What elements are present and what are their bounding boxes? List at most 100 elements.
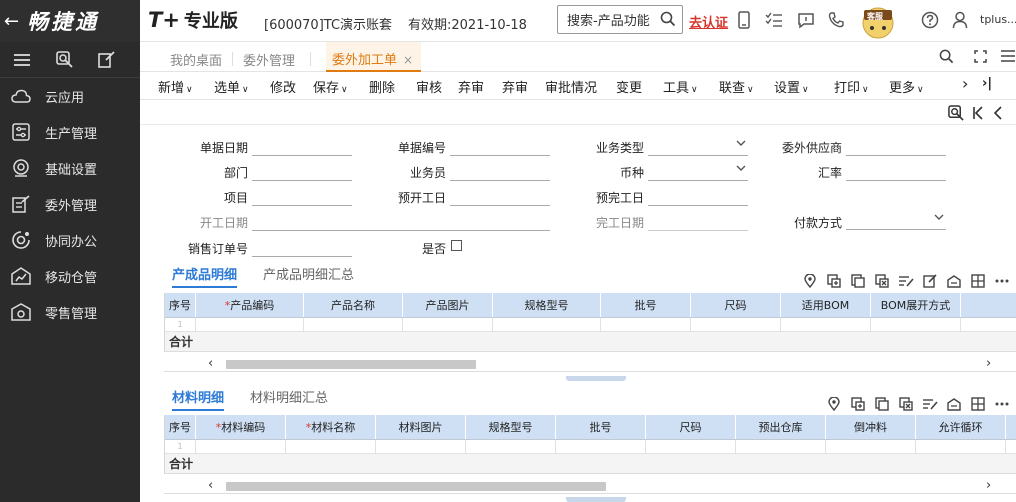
- toolbar-query-button[interactable]: 联查 ∨: [719, 77, 754, 96]
- column-header[interactable]: * 材料编码: [196, 415, 286, 439]
- task-list-icon[interactable]: [764, 10, 784, 30]
- locate-icon[interactable]: [822, 395, 846, 413]
- column-header[interactable]: 预出仓库: [736, 415, 826, 439]
- column-header[interactable]: * 产品编码: [196, 293, 304, 317]
- fullscreen-icon[interactable]: [970, 46, 990, 66]
- table-cell[interactable]: [646, 440, 736, 453]
- toolbar-approval-status-button[interactable]: 审批情况: [545, 77, 597, 96]
- rate-field[interactable]: [846, 163, 946, 181]
- menu-icon[interactable]: [12, 50, 32, 70]
- table-cell[interactable]: [781, 318, 871, 331]
- supplier-field[interactable]: [846, 138, 946, 156]
- clerk-field[interactable]: [450, 163, 550, 181]
- column-header[interactable]: 材料图片: [376, 415, 466, 439]
- plan-start-field[interactable]: [450, 188, 550, 206]
- message-icon[interactable]: [796, 10, 816, 30]
- sidebar-item-production[interactable]: 生产管理: [0, 114, 140, 150]
- mobile-icon[interactable]: [734, 10, 754, 30]
- scroll-right-icon[interactable]: ›: [986, 478, 991, 493]
- verify-link[interactable]: 去认证: [689, 12, 728, 31]
- table-cell[interactable]: [286, 440, 376, 453]
- section-splitter-bottom[interactable]: [566, 497, 626, 502]
- tab-product-summary[interactable]: 产成品明细汇总: [263, 264, 354, 283]
- column-header[interactable]: 倒冲料: [826, 415, 916, 439]
- user-icon[interactable]: [950, 10, 970, 30]
- table-cell[interactable]: [403, 318, 493, 331]
- batch-edit-icon[interactable]: [894, 272, 918, 290]
- locate-icon[interactable]: [798, 272, 822, 290]
- phone-icon[interactable]: [826, 10, 846, 30]
- scroll-thumb[interactable]: [226, 482, 606, 491]
- material-grid-scrollbar[interactable]: ‹ ›: [164, 478, 1016, 494]
- tab-material-summary[interactable]: 材料明细汇总: [250, 387, 328, 406]
- toolbar-print-button[interactable]: 打印 ∨: [834, 77, 869, 96]
- table-cell[interactable]: [871, 318, 961, 331]
- account-name[interactable]: [600070]TC演示账套: [264, 14, 392, 33]
- column-header[interactable]: 批号: [556, 415, 646, 439]
- doc-no-field[interactable]: [450, 138, 550, 156]
- tab-product-detail[interactable]: 产成品明细: [172, 264, 238, 288]
- biz-type-select[interactable]: [648, 138, 748, 156]
- table-cell[interactable]: [196, 440, 286, 453]
- table-cell[interactable]: [601, 318, 691, 331]
- table-cell[interactable]: [736, 440, 826, 453]
- insert-row-icon[interactable]: [822, 272, 846, 290]
- toolbar-save-button[interactable]: 保存 ∨: [313, 77, 348, 96]
- record-search-icon[interactable]: [946, 103, 966, 123]
- column-header[interactable]: 规格型号: [466, 415, 556, 439]
- sidebar-item-collaboration[interactable]: 协同办公: [0, 222, 140, 258]
- tab-outsourcing-order[interactable]: 委外加工单 ×: [326, 42, 422, 72]
- table-cell[interactable]: [916, 440, 1006, 453]
- tab-material-detail[interactable]: 材料明细: [172, 387, 225, 411]
- toolbar-more-button[interactable]: 更多 ∨: [889, 77, 924, 96]
- close-tab-icon[interactable]: ×: [403, 53, 413, 67]
- table-cell[interactable]: [1006, 440, 1016, 453]
- column-header[interactable]: 尺码: [646, 415, 736, 439]
- delete-row-icon[interactable]: [870, 272, 894, 290]
- table-cell[interactable]: [466, 440, 556, 453]
- column-header[interactable]: 序号: [165, 293, 196, 317]
- user-name[interactable]: tplus...: [980, 13, 1016, 26]
- page-search-icon[interactable]: [936, 46, 956, 66]
- column-header[interactable]: [961, 293, 1016, 317]
- back-arrow-icon[interactable]: ←: [4, 11, 19, 32]
- sidebar-item-retail[interactable]: 零售管理: [0, 294, 140, 330]
- delete-row-icon[interactable]: [894, 395, 918, 413]
- scroll-left-icon[interactable]: ‹: [208, 356, 213, 371]
- edit-favorites-icon[interactable]: [96, 50, 116, 70]
- table-cell[interactable]: [961, 318, 1016, 331]
- scroll-right-icon[interactable]: ›: [986, 356, 991, 371]
- table-row[interactable]: 1: [165, 440, 1016, 454]
- column-header[interactable]: 适用BOM: [781, 293, 871, 317]
- column-header[interactable]: 序号: [165, 415, 196, 439]
- more-options-icon[interactable]: [990, 395, 1014, 413]
- copy-row-icon[interactable]: [846, 272, 870, 290]
- menu-search-icon[interactable]: [54, 50, 74, 70]
- table-cell[interactable]: [493, 318, 601, 331]
- toolbar-delete-button[interactable]: 删除: [369, 77, 395, 96]
- table-cell[interactable]: [556, 440, 646, 453]
- sidebar-item-mobile-warehouse[interactable]: 移动仓管: [0, 258, 140, 294]
- product-grid-scrollbar[interactable]: ‹ ›: [164, 356, 1016, 372]
- table-row[interactable]: 1: [165, 318, 1016, 332]
- project-field[interactable]: [252, 188, 352, 206]
- section-splitter[interactable]: [566, 376, 626, 381]
- toolbar-change-button[interactable]: 变更: [616, 77, 642, 96]
- batch-edit-icon[interactable]: [918, 395, 942, 413]
- toolbar-new-button[interactable]: 新增 ∨: [158, 77, 193, 96]
- search-input[interactable]: 搜索-产品功能: [567, 10, 650, 29]
- toolbar-unapprove-button-2[interactable]: 弃审: [502, 77, 528, 96]
- warehouse-icon[interactable]: [942, 395, 966, 413]
- column-header[interactable]: 批号: [601, 293, 691, 317]
- scroll-thumb[interactable]: [226, 360, 476, 369]
- column-header[interactable]: * 材料名称: [286, 415, 376, 439]
- column-header[interactable]: 尺码: [691, 293, 781, 317]
- column-header[interactable]: BOM展开方式: [871, 293, 961, 317]
- currency-select[interactable]: [648, 163, 748, 181]
- table-cell[interactable]: [691, 318, 781, 331]
- table-cell[interactable]: [376, 440, 466, 453]
- last-record-icon[interactable]: ›|: [982, 76, 992, 91]
- sidebar-item-basic-settings[interactable]: 基础设置: [0, 150, 140, 186]
- yes-no-checkbox[interactable]: [451, 240, 462, 251]
- tab-menu-icon[interactable]: [998, 46, 1016, 66]
